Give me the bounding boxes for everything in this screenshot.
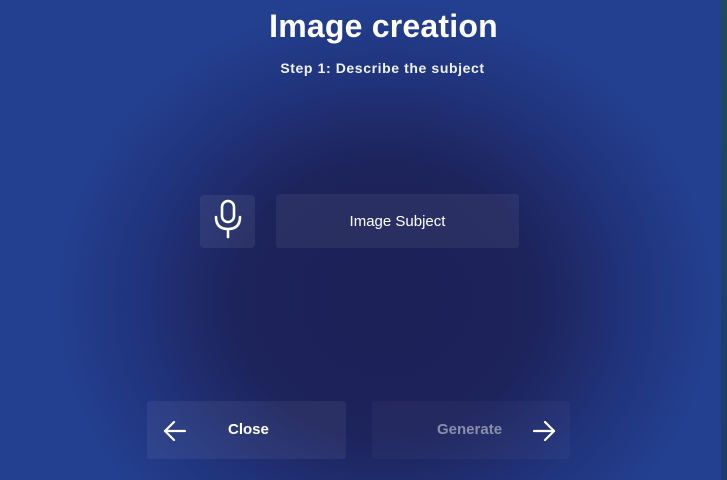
close-button-label: Close [228, 421, 269, 438]
step-subtitle: Step 1: Describe the subject [280, 60, 485, 76]
image-subject-field[interactable]: Image Subject [276, 194, 519, 248]
arrow-right-icon [532, 420, 556, 442]
close-button[interactable]: Close [147, 401, 346, 459]
microphone-icon [212, 199, 244, 244]
page-title: Image creation [269, 8, 498, 44]
arrow-left-icon [163, 420, 187, 442]
microphone-button[interactable] [200, 195, 255, 248]
image-subject-label: Image Subject [349, 212, 446, 230]
generate-button[interactable]: Generate [372, 401, 570, 459]
generate-button-label: Generate [437, 421, 503, 438]
